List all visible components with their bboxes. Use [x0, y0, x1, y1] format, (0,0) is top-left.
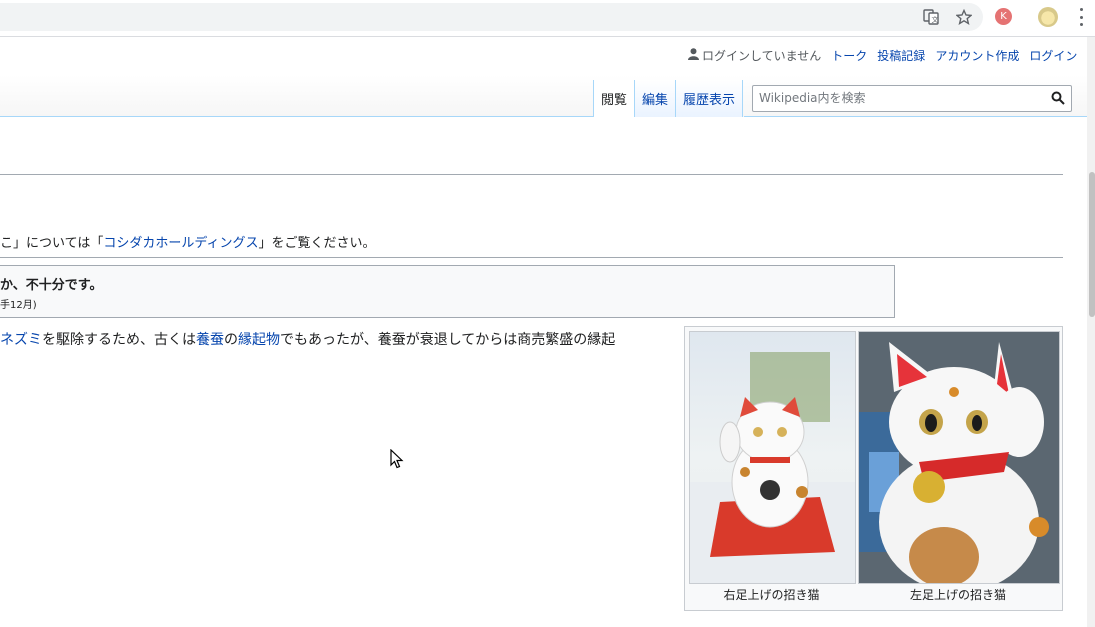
star-icon[interactable] [955, 8, 973, 26]
create-account-link[interactable]: アカウント作成 [935, 47, 1019, 64]
address-bar[interactable] [0, 3, 983, 31]
page-scrollbar[interactable] [1087, 37, 1095, 627]
link-yousan[interactable]: 養蚕 [196, 332, 224, 348]
tab-edit[interactable]: 編集 [634, 80, 676, 117]
paragraph-text: でもあったが、養蚕が衰退してからは商売繁盛の縁起 [280, 332, 616, 348]
user-icon [688, 48, 699, 63]
tab-read[interactable]: 閲覧 [593, 80, 635, 117]
scrollbar-thumb[interactable] [1089, 172, 1095, 317]
mouse-cursor-icon [390, 448, 404, 473]
notice-title: か、不十分です。 [0, 278, 103, 293]
hatnote-link[interactable]: コシダカホールディングス [103, 236, 258, 251]
search-icon[interactable] [1051, 90, 1067, 106]
view-tabs: 閲覧 編集 履歴表示 [593, 80, 744, 117]
caption-right-leg: 右足上げの招き猫 [723, 588, 820, 602]
title-underline [0, 174, 1063, 175]
browser-toolbar: 文 K [0, 0, 1095, 37]
profile-avatar[interactable]: K [995, 8, 1012, 25]
caption-left-leg: 左足上げの招き猫 [909, 588, 1006, 602]
header-divider-right [744, 116, 1087, 117]
svg-text:文: 文 [932, 15, 939, 24]
link-nezumi[interactable]: ネズミ [0, 332, 42, 348]
hatnote: こ」については「コシダカホールディングス」をご覧ください。 [0, 232, 375, 251]
search-input[interactable] [753, 86, 1045, 109]
extension-avatar-icon[interactable] [1038, 7, 1058, 27]
paragraph-text: の [224, 332, 238, 348]
section-divider [0, 257, 1063, 258]
talk-link[interactable]: トーク [831, 47, 867, 64]
personal-tools: ログインしていません トーク 投稿記録 アカウント作成 ログイン [688, 47, 1077, 64]
link-engimono[interactable]: 縁起物 [238, 332, 280, 348]
search-box [752, 85, 1072, 112]
notice-date: 手12月) [0, 300, 37, 311]
paragraph-text: を駆除するため、古くは [42, 332, 196, 348]
not-logged-in-text: ログインしていません [702, 49, 822, 63]
header-divider [0, 116, 593, 117]
contributions-link[interactable]: 投稿記録 [877, 47, 925, 64]
article-paragraph: ネズミを駆除するため、古くは養蚕の縁起物でもあったが、養蚕が衰退してからは商売繁… [0, 329, 615, 349]
maintenance-notice: か、不十分です。 手12月) [0, 265, 895, 318]
maneki-neko-left-image[interactable] [858, 331, 1060, 592]
tab-history[interactable]: 履歴表示 [675, 80, 744, 117]
login-link[interactable]: ログイン [1029, 47, 1077, 64]
maneki-neko-right-image[interactable] [689, 331, 856, 584]
browser-menu-icon[interactable] [1078, 8, 1084, 26]
translate-icon[interactable]: 文 [922, 8, 940, 26]
hatnote-text-end: 」をご覧ください。 [258, 236, 376, 251]
hatnote-text: こ」については「 [0, 236, 104, 251]
